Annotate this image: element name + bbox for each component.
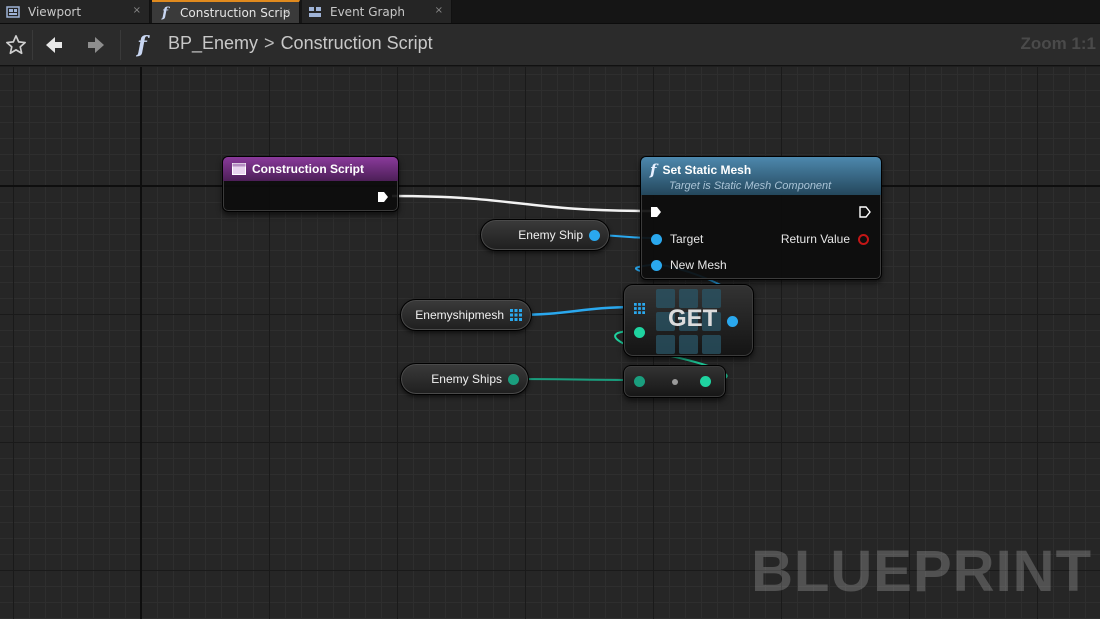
get-node-label: GET xyxy=(668,305,718,332)
reroute-dot xyxy=(672,379,678,385)
variable-label: Enemyshipmesh xyxy=(415,308,504,322)
origin-axis-vertical xyxy=(140,67,142,619)
new-mesh-pin[interactable] xyxy=(651,259,662,271)
index-in-pin[interactable] xyxy=(634,327,645,338)
reroute-node[interactable] xyxy=(623,365,726,398)
return-value-pin[interactable] xyxy=(858,233,869,245)
reroute-out-pin[interactable] xyxy=(700,376,711,387)
enemy-ships-variable-node[interactable]: Enemy Ships xyxy=(400,363,529,395)
variable-label: Enemy Ship xyxy=(518,228,583,242)
node-title: Construction Script xyxy=(252,162,365,176)
blueprint-watermark: BLUEPRINT xyxy=(751,539,1092,604)
enemyshipmesh-variable-node[interactable]: Enemyshipmesh xyxy=(400,299,532,331)
star-icon xyxy=(6,35,26,55)
chevron-right-icon: > xyxy=(264,33,275,53)
reroute-in-pin[interactable] xyxy=(634,376,645,387)
enemy-ship-variable-node[interactable]: Enemy Ship xyxy=(480,219,610,251)
function-icon: f xyxy=(650,161,657,179)
breadcrumb-item-graph[interactable]: Construction Script xyxy=(281,33,433,54)
target-pin-label: Target xyxy=(670,232,704,246)
back-button[interactable] xyxy=(40,31,68,59)
wires-layer xyxy=(391,194,754,381)
exec-in-pin[interactable] xyxy=(650,206,662,218)
breadcrumb: BP_Enemy > Construction Script xyxy=(168,33,433,54)
tab-viewport-label: Viewport xyxy=(28,4,82,19)
tab-construction-script-label: Construction Scrip xyxy=(180,5,291,20)
zoom-level: Zoom 1:1 xyxy=(1020,34,1096,53)
graph-toolbar: f BP_Enemy > Construction Script Zoom 1:… xyxy=(0,24,1100,66)
tab-event-graph[interactable]: Event Graph × xyxy=(302,0,452,23)
return-value-pin-row[interactable]: Return Value xyxy=(781,232,869,246)
origin-axis-horizontal xyxy=(0,185,1100,187)
exec-wire xyxy=(391,194,653,213)
event-graph-icon xyxy=(308,5,322,19)
function-icon: f xyxy=(161,4,169,21)
node-title: Set Static Mesh xyxy=(662,163,752,177)
close-icon[interactable]: × xyxy=(435,5,443,16)
item-out-pin[interactable] xyxy=(727,316,738,327)
set-static-mesh-node[interactable]: f Set Static Mesh Target is Static Mesh … xyxy=(640,156,882,280)
favorite-button[interactable] xyxy=(3,31,29,59)
tab-viewport[interactable]: Viewport × xyxy=(0,0,150,23)
close-icon[interactable]: × xyxy=(133,5,141,16)
event-icon xyxy=(232,163,246,175)
exec-out-pin[interactable] xyxy=(377,191,389,203)
array-in-pin[interactable] xyxy=(634,303,645,314)
construction-script-node[interactable]: Construction Script xyxy=(222,156,399,212)
function-icon: f xyxy=(137,32,147,58)
target-pin-row[interactable]: Target xyxy=(651,232,703,246)
toolbar-divider xyxy=(120,30,121,60)
document-tab-bar: Viewport × f Construction Scrip × Event … xyxy=(0,0,1100,24)
enemy-ships-out-pin[interactable] xyxy=(508,373,519,385)
variable-label: Enemy Ships xyxy=(431,372,502,386)
node-subtitle: Target is Static Mesh Component xyxy=(669,180,832,192)
new-mesh-pin-label: New Mesh xyxy=(670,258,727,272)
target-pin[interactable] xyxy=(651,233,662,245)
node-header: f Set Static Mesh Target is Static Mesh … xyxy=(641,157,881,195)
tab-event-graph-label: Event Graph xyxy=(330,4,405,19)
object-wire-enemyshipmesh xyxy=(514,305,639,317)
toolbar-divider xyxy=(32,30,33,60)
return-value-pin-label: Return Value xyxy=(780,232,850,246)
exec-out-pin[interactable] xyxy=(859,206,871,218)
forward-button[interactable] xyxy=(82,31,110,59)
new-mesh-pin-row[interactable]: New Mesh xyxy=(651,258,727,272)
graph-canvas[interactable]: Construction Script f Set Static Mesh Ta… xyxy=(0,67,1100,619)
enemy-ship-out-pin[interactable] xyxy=(589,229,600,241)
array-get-node[interactable]: GET xyxy=(623,284,754,357)
breadcrumb-item-blueprint[interactable]: BP_Enemy xyxy=(168,33,258,54)
close-icon[interactable]: × xyxy=(283,7,291,18)
tab-construction-script[interactable]: f Construction Scrip × xyxy=(152,0,300,23)
viewport-icon xyxy=(6,5,20,19)
arrow-right-icon xyxy=(88,37,104,53)
arrow-left-icon xyxy=(46,37,62,53)
node-header: Construction Script xyxy=(223,157,398,181)
array-pin-icon[interactable] xyxy=(510,309,522,321)
